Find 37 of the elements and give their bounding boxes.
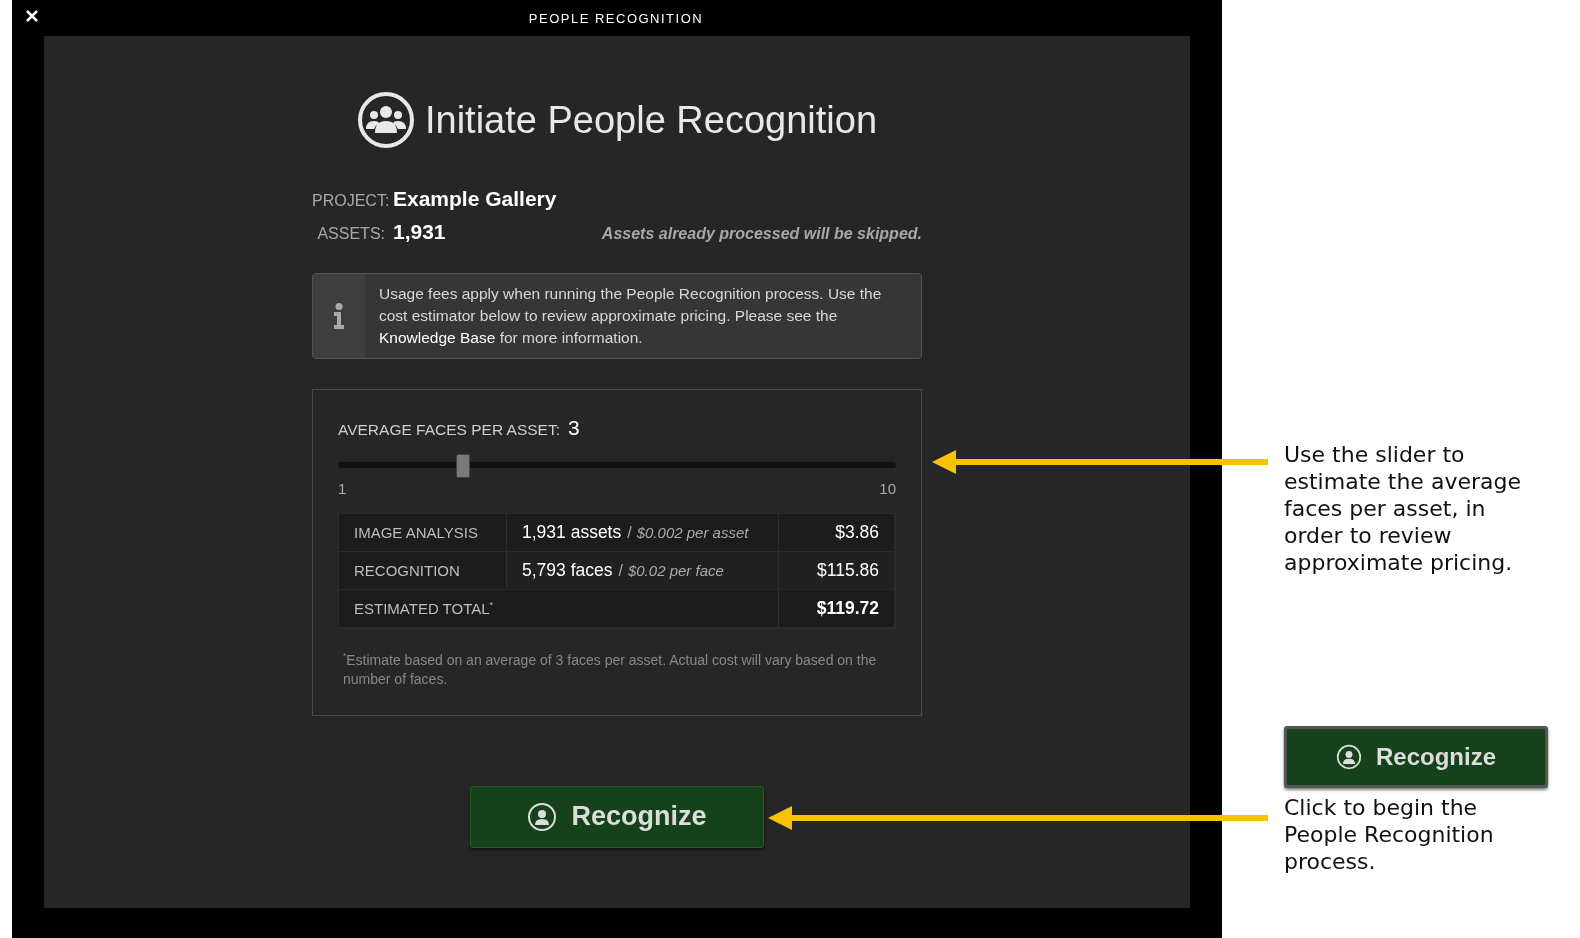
slider-max-label: 10 <box>879 480 896 497</box>
people-icon <box>356 91 415 149</box>
slider[interactable] <box>338 454 896 476</box>
quantity-text: 5,793 faces <box>522 560 613 581</box>
row-label: IMAGE ANALYSIS <box>354 524 478 541</box>
annotation-text: Click to begin the People Recognition process. <box>1284 794 1495 875</box>
person-icon <box>1336 744 1362 770</box>
total-value: $119.72 <box>816 598 879 619</box>
knowledge-base-link[interactable]: Knowledge Base <box>379 329 496 346</box>
cost-value: $115.86 <box>817 560 879 581</box>
rate-text: $0.02 per face <box>627 562 724 579</box>
row-label: RECOGNITION <box>354 562 460 579</box>
window-title: PEOPLE RECOGNITION <box>528 10 704 26</box>
cost-value: $3.86 <box>835 522 879 543</box>
recognize-button[interactable]: Recognize <box>470 785 764 848</box>
info-icon <box>333 303 345 329</box>
quantity-text: 1,931 assets <box>522 522 622 543</box>
annotation-text: Use the slider to estimate the average faces per asset, in order to review approximate pricing. <box>1284 441 1522 576</box>
assets-count: 1,931 <box>393 220 446 244</box>
assets-label: ASSETS: <box>316 225 385 243</box>
separator-text: / <box>618 561 623 580</box>
project-name: Example Gallery <box>393 187 557 211</box>
info-text: Usage fees apply when running the People Recognition process. Use the cost estimator below to review approximate pricing. Please see the Knowledge Base for more information. <box>378 284 883 348</box>
close-icon <box>26 10 38 22</box>
skip-note: Assets already processed will be skipped. <box>601 225 922 243</box>
total-label: ESTIMATED TOTAL$^{*}$ <box>354 600 494 617</box>
faces-label: AVERAGE FACES PER ASSET: <box>338 421 560 439</box>
separator-text: / <box>627 523 632 542</box>
slider-min-label: 1 <box>338 480 347 497</box>
rate-text: $0.002 per asset <box>636 524 749 541</box>
close-button[interactable] <box>26 10 40 24</box>
person-icon <box>527 801 558 832</box>
faces-value: 3 <box>567 416 580 440</box>
page-heading: Initiate People Recognition <box>424 98 878 142</box>
slider-thumb[interactable] <box>455 454 470 478</box>
recognize-button[interactable]: Recognize <box>1284 726 1548 788</box>
estimate-footnote: $^{*}$Estimate based on an average of 3 faces per asset. Actual cost will vary based on the number of faces. <box>343 650 878 689</box>
